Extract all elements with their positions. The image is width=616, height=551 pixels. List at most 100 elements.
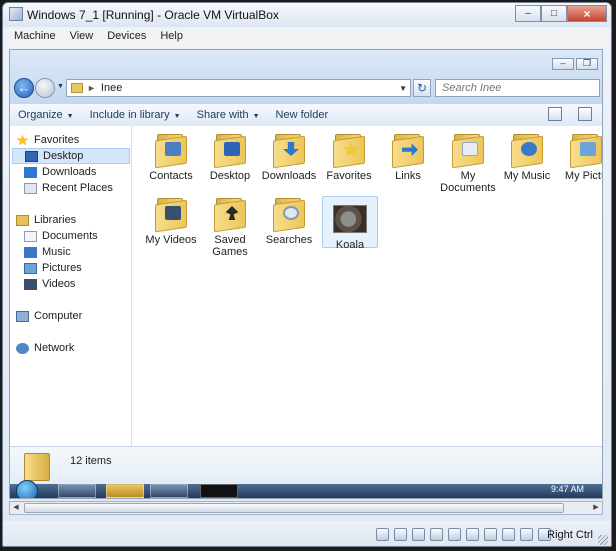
folder-label: My Videos (145, 234, 197, 246)
preview-pane-icon[interactable] (578, 107, 592, 121)
computer-icon (16, 310, 29, 322)
guest-window-controls: – ❐ (552, 58, 598, 70)
folder-saved-games[interactable]: Saved Games (201, 196, 259, 258)
folder-downloads[interactable]: Downloads (260, 132, 318, 182)
forward-button[interactable] (35, 78, 55, 98)
links-folder-icon (392, 132, 424, 169)
start-button[interactable] (16, 480, 38, 498)
menu-machine[interactable]: Machine (9, 29, 61, 46)
folder-my-pictures[interactable]: My Pictu (557, 132, 602, 182)
folder-label: Downloads (261, 170, 317, 182)
include-in-library-button[interactable]: Include in library ▼ (82, 109, 189, 121)
clock[interactable]: 9:47 AM (551, 484, 584, 494)
scroll-left-icon[interactable]: ◀ (10, 502, 22, 514)
folder-label: My Music (503, 170, 551, 182)
breadcrumb-item[interactable]: Inee (101, 82, 122, 94)
menu-devices[interactable]: Devices (102, 29, 151, 46)
network-adapter-icon[interactable] (430, 528, 443, 541)
new-folder-button[interactable]: New folder (268, 109, 337, 121)
search-input[interactable] (435, 79, 600, 97)
folder-label: Links (395, 170, 421, 182)
nav-videos-label: Videos (42, 278, 76, 290)
folder-my-videos[interactable]: My Videos (142, 196, 200, 246)
guest-minimize-button[interactable]: – (552, 58, 574, 70)
network-icon (16, 342, 29, 354)
taskbar-explorer-icon[interactable] (106, 484, 144, 498)
documents-icon (24, 230, 37, 242)
minimize-button[interactable]: – (515, 5, 541, 22)
guest-taskbar: 9:47 AM (10, 480, 602, 498)
scroll-right-icon[interactable]: ▶ (590, 502, 602, 514)
nav-computer-label: Computer (34, 310, 83, 322)
back-button[interactable]: ← (14, 78, 34, 98)
cpu-icon[interactable] (520, 528, 533, 541)
user-folder-icon (24, 453, 50, 481)
nav-libraries-label: Libraries (34, 214, 77, 226)
audio-icon[interactable] (412, 528, 425, 541)
videos-icon (24, 278, 37, 290)
menu-view[interactable]: View (65, 29, 99, 46)
horizontal-scrollbar[interactable]: ◀ ▶ (9, 501, 603, 515)
recent-pages-dropdown-icon[interactable]: ▼ (57, 83, 64, 90)
nav-network[interactable]: Network (16, 340, 134, 356)
menu-help[interactable]: Help (155, 29, 188, 46)
nav-recent-places-label: Recent Places (42, 182, 113, 194)
address-field[interactable]: ► Inee ▼ (66, 79, 411, 97)
desktop-icon (25, 150, 38, 162)
nav-pictures[interactable]: Pictures (24, 260, 142, 276)
file-koala[interactable]: Koala (322, 196, 378, 251)
optical-drive-icon[interactable] (394, 528, 407, 541)
guest-screen[interactable]: – ❐ ← ▼ ► Inee ▼ ↻ Organize▼ Include in … (9, 49, 603, 499)
host-key-label: Right Ctrl (547, 529, 593, 541)
resize-grip-icon[interactable] (598, 535, 608, 545)
share-with-button[interactable]: Share with ▼ (189, 109, 268, 121)
close-button[interactable]: × (567, 5, 607, 22)
folder-my-documents[interactable]: My Documents (439, 132, 497, 194)
usb-icon[interactable] (448, 528, 461, 541)
address-dropdown-icon[interactable]: ▼ (399, 84, 407, 93)
chevron-down-icon: ▼ (66, 113, 74, 120)
title-bar[interactable]: Windows 7_1 [Running] - Oracle VM Virtua… (3, 3, 611, 27)
chevron-down-icon: ▼ (252, 113, 260, 120)
downloads-folder-icon (273, 132, 305, 169)
searches-folder-icon (273, 196, 305, 233)
folder-contacts[interactable]: Contacts (142, 132, 200, 182)
organize-button[interactable]: Organize ▼ (10, 109, 82, 121)
chevron-down-icon: ▼ (173, 113, 181, 120)
folder-my-music[interactable]: My Music (498, 132, 556, 182)
recording-icon[interactable] (502, 528, 515, 541)
nav-recent-places[interactable]: Recent Places (24, 180, 142, 196)
taskbar-ie-icon[interactable] (58, 484, 96, 498)
folder-searches[interactable]: Searches (260, 196, 318, 246)
nav-music[interactable]: Music (24, 244, 142, 260)
breadcrumb-separator-icon[interactable]: ► (87, 83, 96, 93)
taskbar-cmd-icon[interactable] (200, 484, 238, 498)
nav-music-label: Music (42, 246, 71, 258)
taskbar-media-player-icon[interactable] (150, 484, 188, 498)
hard-disk-icon[interactable] (376, 528, 389, 541)
nav-computer[interactable]: Computer (16, 308, 134, 324)
change-view-icon[interactable] (548, 107, 562, 121)
refresh-button[interactable]: ↻ (413, 79, 431, 97)
folder-links[interactable]: Links (379, 132, 437, 182)
guest-restore-button[interactable]: ❐ (576, 58, 598, 70)
menu-bar: Machine View Devices Help (9, 29, 605, 46)
maximize-button[interactable]: □ (541, 5, 567, 22)
nav-desktop[interactable]: Desktop (12, 148, 130, 164)
nav-documents[interactable]: Documents (24, 228, 142, 244)
folder-label: Searches (265, 234, 313, 246)
view-controls (548, 107, 592, 121)
nav-favorites[interactable]: Favorites (16, 132, 134, 148)
nav-videos[interactable]: Videos (24, 276, 142, 292)
nav-libraries[interactable]: Libraries (16, 212, 134, 228)
folder-desktop[interactable]: Desktop (201, 132, 259, 182)
scroll-thumb[interactable] (24, 503, 564, 513)
nav-pictures-label: Pictures (42, 262, 82, 274)
saved-games-folder-icon (214, 196, 246, 233)
details-pane: 12 items (10, 446, 602, 487)
folder-favorites[interactable]: Favorites (320, 132, 378, 182)
command-bar: Organize ▼ Include in library ▼ Share with… (10, 104, 602, 127)
nav-downloads[interactable]: Downloads (24, 164, 142, 180)
shared-folders-icon[interactable] (466, 528, 479, 541)
display-icon[interactable] (484, 528, 497, 541)
